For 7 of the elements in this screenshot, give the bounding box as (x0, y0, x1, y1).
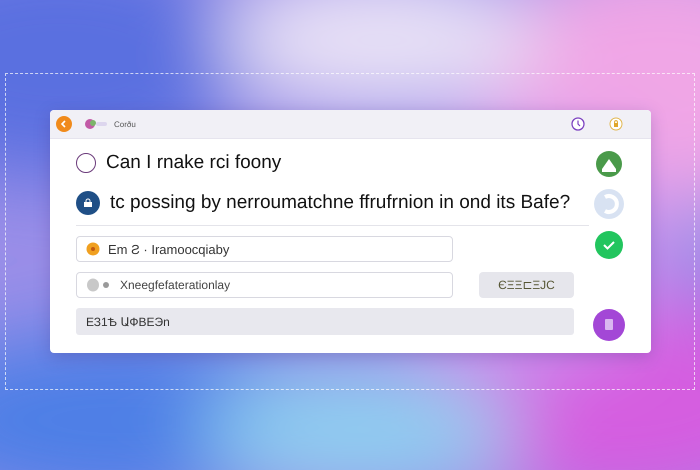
action-button[interactable]: ЄΞΞ⊏ΞJC (479, 272, 574, 298)
question-text: Can I rnake rci fооny (106, 152, 282, 174)
question-text: tc possing by nerroumatchne ffrufrnion in ond its Bafe? (110, 192, 570, 214)
app-name: Corðu (114, 120, 136, 128)
input-field[interactable]: Em Ƨ · Iramoocqiaby (76, 236, 453, 262)
bottom-bar[interactable]: ЕЗ1Ѣ ԱФВЕЭn (76, 308, 574, 335)
input-field[interactable]: Xneegfefaterationlay (76, 272, 453, 298)
